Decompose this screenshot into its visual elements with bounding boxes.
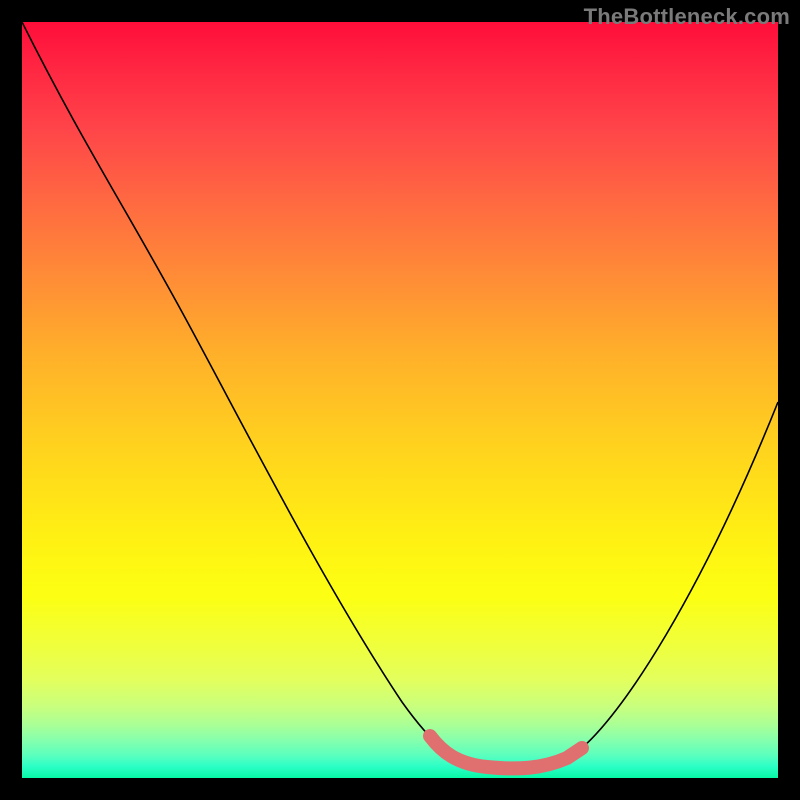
plot-area xyxy=(22,22,778,778)
bottleneck-curve-svg xyxy=(22,22,778,778)
watermark-text: TheBottleneck.com xyxy=(584,4,790,30)
chart-frame: TheBottleneck.com xyxy=(0,0,800,800)
bottleneck-curve xyxy=(22,22,778,769)
optimal-zone-highlight xyxy=(430,736,582,768)
